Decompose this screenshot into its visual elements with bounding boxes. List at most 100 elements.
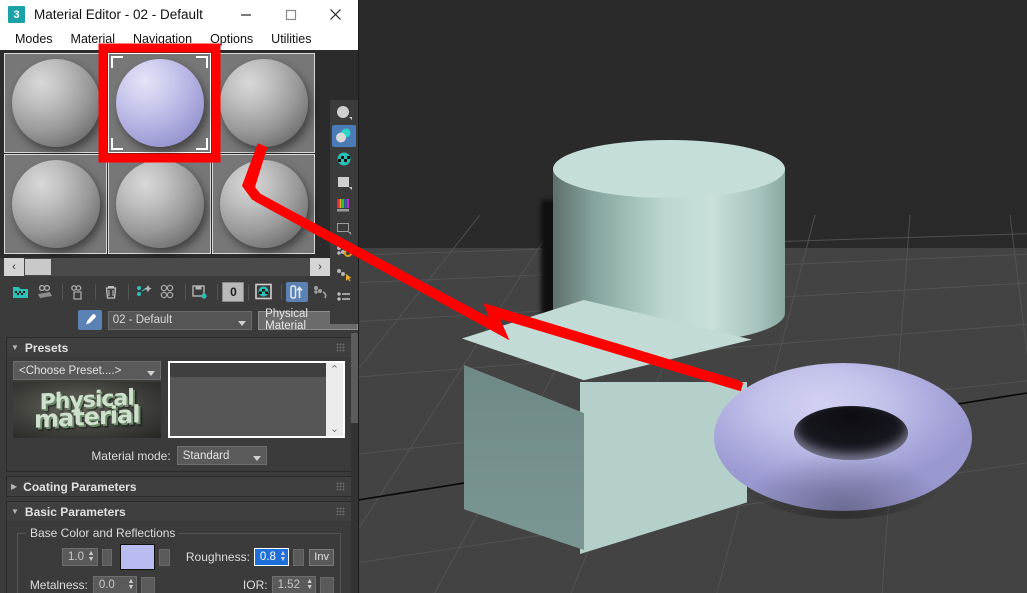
sample-type-sphere-icon[interactable] <box>332 102 356 124</box>
ior-map-button[interactable] <box>320 576 334 593</box>
material-mode-dropdown[interactable]: Standard <box>176 446 267 465</box>
scroll-up-chevron-icon[interactable]: ⌃ <box>330 365 339 376</box>
basic-body: Base Color and Reflections 1.0 ▲ ▼ Roughn… <box>7 521 351 593</box>
scroll-down-chevron-icon[interactable]: ⌄ <box>330 424 339 435</box>
menu-utilities[interactable]: Utilities <box>262 29 320 50</box>
make-preview-icon[interactable] <box>332 217 356 239</box>
options-gear-icon[interactable] <box>332 240 356 262</box>
preset-list-box[interactable]: ⌃ ⌄ <box>168 361 345 438</box>
base-color-row: 1.0 ▲ ▼ Roughness: 0.8 ▲ ▼ Inv <box>24 544 334 570</box>
title-bar: 3 Material Editor - 02 - Default <box>0 0 358 29</box>
menu-navigation[interactable]: Navigation <box>124 29 201 50</box>
spinner-arrows-icon[interactable]: ▲ ▼ <box>88 550 95 563</box>
sample-slot-4[interactable] <box>4 154 107 254</box>
menu-material[interactable]: Material <box>62 29 124 50</box>
reset-map-icon[interactable] <box>100 282 122 302</box>
show-end-result-icon[interactable] <box>286 282 309 302</box>
rollout-presets: ▼ Presets <Choose Preset....> Physical m… <box>6 337 352 472</box>
put-to-library-icon[interactable] <box>190 282 212 302</box>
spinner-arrows-icon[interactable]: ▲ ▼ <box>280 550 287 563</box>
menu-options[interactable]: Options <box>201 29 262 50</box>
presets-header[interactable]: ▼ Presets <box>7 338 351 357</box>
roughness-spinner[interactable]: 0.8 ▲ ▼ <box>253 548 290 566</box>
sample-slot-5[interactable] <box>108 154 211 254</box>
metalness-map-button[interactable] <box>141 576 156 593</box>
pick-material-icon[interactable] <box>78 310 102 330</box>
presets-title: Presets <box>24 340 69 355</box>
presets-grip-icon <box>336 343 345 352</box>
spinner-arrows-icon[interactable]: ▲ ▼ <box>127 578 134 591</box>
close-button[interactable] <box>313 0 358 29</box>
metalness-row: Metalness: 0.0 ▲ ▼ IOR: 1.52 ▲ ▼ <box>24 576 334 593</box>
background-checker-icon[interactable] <box>332 148 356 170</box>
roughness-invert-button[interactable]: Inv <box>309 548 334 566</box>
toolbar-separator-7 <box>281 284 283 300</box>
chevron-down-icon <box>252 453 261 465</box>
make-unique-icon[interactable] <box>157 282 179 302</box>
slot-horizontal-scrollbar[interactable]: ‹ › <box>4 258 330 276</box>
put-material-to-scene-icon[interactable] <box>34 282 56 302</box>
material-editor-window: 3 Material Editor - 02 - Default Modes M… <box>0 0 359 593</box>
preset-list-scrollbar[interactable]: ⌃ ⌄ <box>326 363 343 436</box>
show-shaded-material-in-viewport-icon[interactable] <box>253 282 275 302</box>
sample-slots-area <box>0 50 358 324</box>
menu-bar: Modes Material Navigation Options Utilit… <box>0 29 358 50</box>
sample-slot-1[interactable] <box>4 53 107 153</box>
sample-sphere-5 <box>115 160 204 248</box>
ior-spinner[interactable]: 1.52 ▲ ▼ <box>271 576 317 593</box>
scroll-left-button[interactable]: ‹ <box>4 258 24 276</box>
slot-corner-bl <box>111 138 123 150</box>
scroll-thumb[interactable] <box>25 259 51 275</box>
preset-preview-text: Physical material <box>34 386 140 434</box>
presets-left-column: <Choose Preset....> Physical material <box>13 361 161 438</box>
presets-expand-triangle-icon: ▼ <box>11 343 19 352</box>
preset-list-selected-row[interactable] <box>170 363 326 377</box>
roughness-label: Roughness: <box>185 550 250 564</box>
viewport-torus[interactable] <box>714 363 972 519</box>
basic-header[interactable]: ▼ Basic Parameters <box>7 502 351 521</box>
screen-root: 3 Material Editor - 02 - Default Modes M… <box>0 0 1027 593</box>
base-color-swatch[interactable] <box>120 544 156 570</box>
spinner-arrows-icon[interactable]: ▲ ▼ <box>306 578 313 591</box>
panel-scrollbar-thumb[interactable] <box>351 333 358 423</box>
material-name-dropdown[interactable]: 02 - Default <box>107 310 253 330</box>
material-options-list-icon[interactable] <box>332 286 356 308</box>
sample-slot-2[interactable] <box>108 53 211 153</box>
sample-sphere-6 <box>219 160 308 248</box>
backlight-icon[interactable] <box>332 125 356 147</box>
make-material-copy-icon[interactable] <box>133 282 155 302</box>
chevron-down-icon <box>147 368 155 380</box>
video-color-check-icon[interactable] <box>332 194 356 216</box>
coating-title: Coating Parameters <box>23 479 137 494</box>
maximize-button[interactable] <box>268 0 313 29</box>
go-to-parent-icon[interactable] <box>310 282 332 302</box>
material-name-row: 02 - Default Physical Material <box>0 304 358 332</box>
base-color-map-button[interactable] <box>159 548 170 566</box>
toolbar-separator-5 <box>217 284 219 300</box>
sample-slot-6[interactable] <box>212 154 315 254</box>
sample-uv-tiling-icon[interactable] <box>332 171 356 193</box>
sample-slot-3[interactable] <box>212 53 315 153</box>
slot-corner-tl <box>111 56 123 68</box>
base-weight-map-button[interactable] <box>101 548 113 566</box>
menu-modes[interactable]: Modes <box>6 29 62 50</box>
material-mode-label: Material mode: <box>91 448 171 463</box>
scroll-right-button[interactable]: › <box>310 258 330 276</box>
torus-hole <box>794 406 908 460</box>
get-material-icon[interactable] <box>10 282 32 302</box>
roughness-map-button[interactable] <box>293 548 305 566</box>
base-weight-spinner[interactable]: 1.0 ▲ ▼ <box>62 548 98 566</box>
metalness-spinner[interactable]: 0.0 ▲ ▼ <box>92 576 138 593</box>
minimize-button[interactable] <box>223 0 268 29</box>
coating-header[interactable]: ▶ Coating Parameters <box>7 477 351 496</box>
preset-preview-line2: material <box>34 400 140 434</box>
choose-preset-dropdown[interactable]: <Choose Preset....> <box>13 361 161 380</box>
basic-expand-triangle-icon: ▼ <box>11 507 19 516</box>
group-title-base-color: Base Color and Reflections <box>26 526 180 540</box>
assign-material-to-selection-icon[interactable] <box>67 282 89 302</box>
material-id-channel-button[interactable]: 0 <box>222 282 245 302</box>
rollout-coating-parameters: ▶ Coating Parameters <box>6 476 352 497</box>
toolbar-separator-4 <box>184 284 186 300</box>
material-toolbar: 0 <box>0 276 358 304</box>
select-by-material-icon[interactable] <box>332 263 356 285</box>
